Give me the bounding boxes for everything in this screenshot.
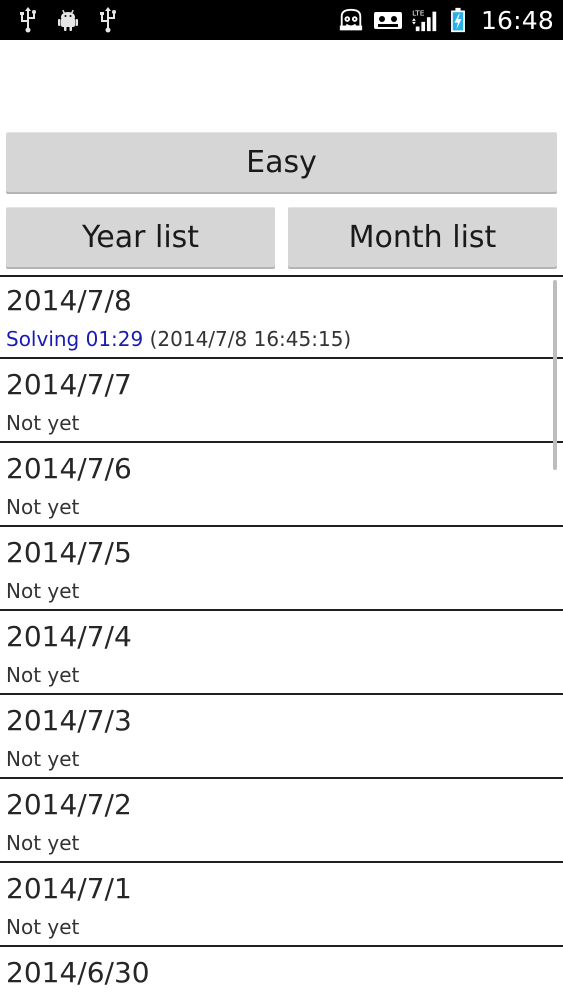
- list-item-status: Not yet: [6, 663, 80, 687]
- list-item[interactable]: 2014/7/8 Solving 01:29 (2014/7/8 16:45:1…: [0, 275, 563, 359]
- list-item-status: Not yet: [6, 831, 80, 855]
- usb-icon: [96, 7, 120, 33]
- list-item-date: 2014/7/4: [6, 620, 132, 653]
- list-item-date: 2014/7/3: [6, 704, 132, 737]
- list-item[interactable]: 2014/7/7 Not yet: [0, 359, 563, 443]
- list-item[interactable]: 2014/7/1 Not yet: [0, 863, 563, 947]
- list-item[interactable]: 2014/7/3 Not yet: [0, 695, 563, 779]
- status-time: 16:48: [480, 5, 554, 35]
- list-item-date: 2014/7/7: [6, 368, 132, 401]
- list-item[interactable]: 2014/7/6 Not yet: [0, 443, 563, 527]
- list-item-date: 2014/7/2: [6, 788, 132, 821]
- list-scrollbar[interactable]: [553, 280, 557, 470]
- list-item-status: Not yet: [6, 915, 80, 939]
- voicemail-icon: [373, 7, 403, 33]
- battery-charging-icon: [449, 7, 467, 33]
- face-notification-icon: [337, 7, 365, 33]
- network-type-label: LTE: [412, 8, 425, 17]
- list-item-date: 2014/7/1: [6, 872, 132, 905]
- month-list-button[interactable]: Month list: [288, 207, 557, 267]
- signal-icon: LTE: [411, 7, 441, 33]
- list-item-status: Not yet: [6, 747, 80, 771]
- list-item[interactable]: 2014/6/30: [0, 947, 563, 1000]
- list-item[interactable]: 2014/7/5 Not yet: [0, 527, 563, 611]
- solving-timestamp: (2014/7/8 16:45:15): [143, 327, 352, 351]
- status-bar-left-icons: [16, 6, 120, 34]
- date-list[interactable]: 2014/7/8 Solving 01:29 (2014/7/8 16:45:1…: [0, 275, 563, 1000]
- list-item-status: Not yet: [6, 579, 80, 603]
- list-item-status: Not yet: [6, 411, 80, 435]
- list-item-date: 2014/7/6: [6, 452, 132, 485]
- year-list-button[interactable]: Year list: [6, 207, 275, 267]
- list-item-date: 2014/7/5: [6, 536, 132, 569]
- list-item[interactable]: 2014/7/4 Not yet: [0, 611, 563, 695]
- status-bar-right-icons: LTE 16:48: [337, 4, 554, 36]
- list-item-date: 2014/6/30: [6, 956, 150, 989]
- list-item-status: Solving 01:29 (2014/7/8 16:45:15): [6, 327, 351, 351]
- list-item-status: Not yet: [6, 495, 80, 519]
- solving-time: Solving 01:29: [6, 327, 144, 351]
- android-debug-icon: [56, 7, 80, 33]
- status-bar: LTE 16:48: [0, 0, 563, 40]
- easy-button[interactable]: Easy: [6, 132, 557, 192]
- list-item-date: 2014/7/8: [6, 284, 132, 317]
- usb-icon: [16, 7, 40, 33]
- list-item[interactable]: 2014/7/2 Not yet: [0, 779, 563, 863]
